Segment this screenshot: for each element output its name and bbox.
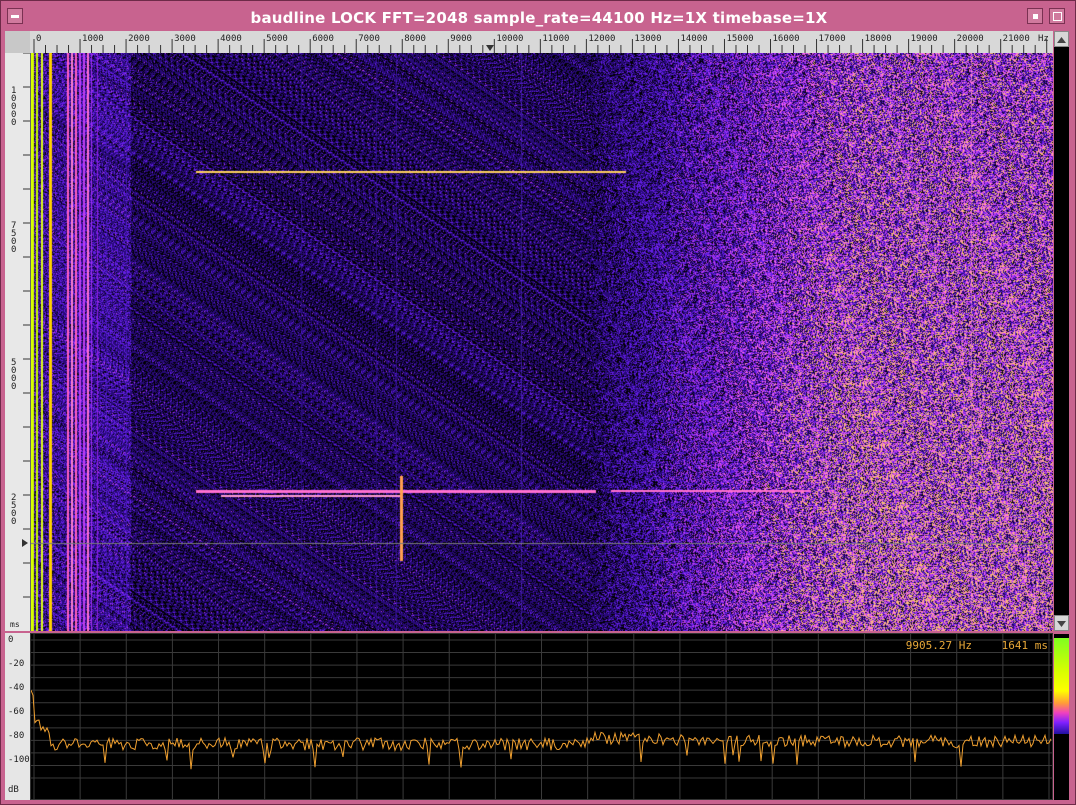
frequency-tick-label: 11000 (542, 34, 569, 44)
frequency-tick-label: 15000 (726, 34, 753, 44)
db-tick-label: 0 (8, 635, 14, 645)
frequency-readout: 9905.27 Hz (905, 639, 972, 652)
frequency-tick-label: 16000 (773, 34, 800, 44)
arrow-down-icon (1057, 621, 1066, 627)
vertical-scrollbar[interactable] (1054, 31, 1069, 631)
spectrogram-display[interactable] (31, 53, 1053, 631)
color-aperture-bar[interactable] (1054, 634, 1069, 800)
db-tick-label: -20 (8, 659, 25, 669)
frequency-tick-label: 17000 (819, 34, 846, 44)
spectrum-display[interactable]: 9905.27 Hz 1641 ms (30, 633, 1053, 800)
frequency-tick-label: 0 (36, 34, 41, 44)
frequency-ruler-graphic: 0 1000 2000 3000 4000 5000 6000 7000 8000 9000 100… (33, 34, 1049, 53)
color-ramp (1054, 638, 1069, 734)
spectrum-plot (31, 634, 1052, 799)
maximize-icon (1053, 12, 1062, 21)
time-unit-label: ms (10, 620, 20, 629)
time-tick-label: 7500 (11, 221, 16, 255)
spectrogram-canvas[interactable] (31, 53, 1053, 631)
db-tick-label: -80 (8, 731, 25, 741)
frequency-tick-label: 9000 (450, 34, 472, 44)
db-tick-label: -40 (8, 683, 25, 693)
scroll-down-button[interactable] (1054, 615, 1069, 631)
frequency-tick-label: 8000 (404, 34, 426, 44)
frequency-tick-label: 20000 (957, 34, 984, 44)
window-title: baudline LOCK FFT=2048 sample_rate=44100… (250, 9, 828, 27)
arrow-up-icon (1057, 37, 1066, 43)
frequency-tick-label: 6000 (312, 34, 334, 44)
ruler-corner (5, 31, 30, 53)
frequency-tick-label: 7000 (358, 34, 380, 44)
frequency-tick-label: 12000 (588, 34, 615, 44)
frequency-tick-label: 5000 (266, 34, 288, 44)
frequency-tick-label: 3000 (174, 34, 196, 44)
baudline-window: baudline LOCK FFT=2048 sample_rate=44100… (0, 0, 1076, 805)
db-axis: 0 -20 -40 -60 -80 -100 dB (5, 633, 30, 800)
scroll-thumb[interactable] (1054, 47, 1069, 615)
frequency-ruler[interactable]: 0 1000 2000 3000 4000 5000 6000 7000 8000 9000 100… (30, 31, 1053, 54)
time-tick-label: 5000 (11, 358, 16, 392)
db-tick-label: -100 (8, 755, 30, 765)
time-ruler-graphic: 1 0 0 0 0 7 5 0 0 5 0 0 0 2 5 0 0 ms (10, 53, 30, 629)
frequency-tick-label: 21000 (1003, 34, 1030, 44)
frequency-tick-label: 2000 (128, 34, 150, 44)
time-ruler[interactable]: 1 0 0 0 0 7 5 0 0 5 0 0 0 2 5 0 0 ms (5, 53, 31, 631)
db-unit-label: dB (8, 785, 19, 795)
time-tick-label: 2500 (11, 493, 16, 527)
cursor-marker-icon (486, 45, 494, 51)
frequency-unit-label: Hz (1038, 34, 1049, 44)
db-tick-label: -60 (8, 707, 25, 717)
frequency-tick-label: 10000 (496, 34, 523, 44)
frequency-tick-label: 4000 (220, 34, 242, 44)
scroll-up-button[interactable] (1054, 31, 1069, 47)
minimize-icon (1033, 14, 1038, 19)
maximize-button[interactable] (1049, 8, 1065, 24)
frequency-tick-label: 1000 (82, 34, 104, 44)
time-readout: 1641 ms (1001, 639, 1048, 652)
frequency-tick-label: 13000 (634, 34, 661, 44)
minimize-button[interactable] (1027, 8, 1043, 24)
time-cursor-icon (22, 539, 28, 547)
frequency-tick-label: 14000 (680, 34, 707, 44)
title-bar[interactable]: baudline LOCK FFT=2048 sample_rate=44100… (5, 5, 1073, 29)
time-tick-label: 10000 (11, 86, 16, 128)
frequency-tick-label: 19000 (911, 34, 938, 44)
frequency-tick-label: 18000 (865, 34, 892, 44)
